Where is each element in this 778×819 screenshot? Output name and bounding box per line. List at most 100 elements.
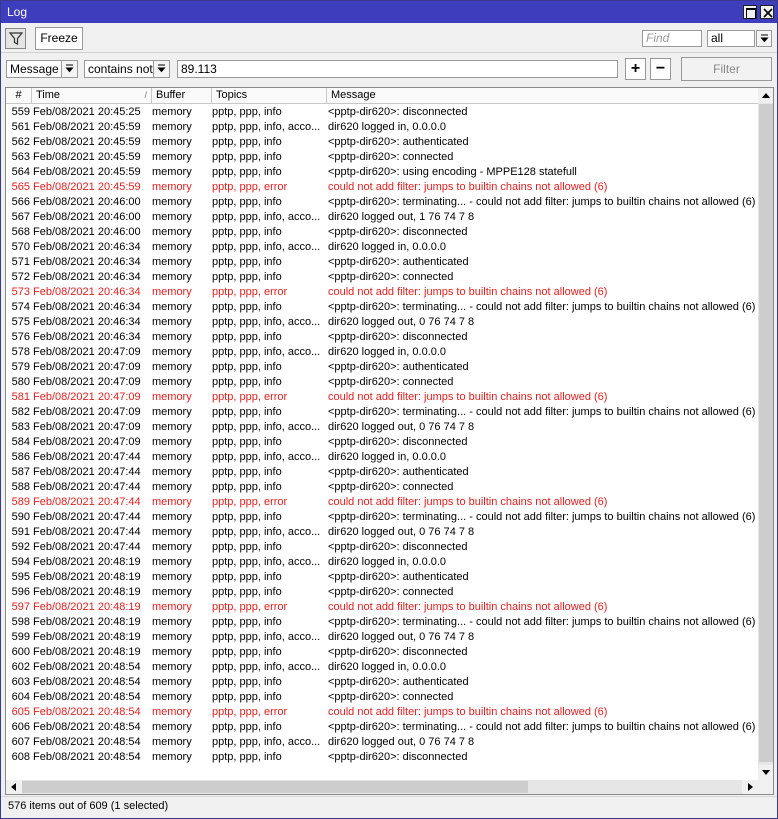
table-row[interactable]: 590 Feb/08/2021 20:47:44 memory pptp, ppp, … (6, 510, 758, 525)
horizontal-scroll-thumb[interactable] (22, 781, 528, 793)
scrollbar-corner (758, 780, 773, 794)
table-row[interactable]: 578 Feb/08/2021 20:47:09 memory pptp, ppp, … (6, 345, 758, 360)
table-row[interactable]: 607 Feb/08/2021 20:48:54 memory pptp, ppp, … (6, 735, 758, 750)
all-dropdown-arrow[interactable] (756, 30, 772, 47)
filter-field-select[interactable]: Message (6, 60, 62, 78)
row-number-cell: 580 (11, 376, 30, 388)
row-topics-cell: pptp, ppp, info, acco... (212, 631, 321, 643)
table-row[interactable]: 559 Feb/08/2021 20:45:25 memory pptp, ppp, … (6, 105, 758, 120)
table-row[interactable]: 580 Feb/08/2021 20:47:09 memory pptp, ppp, … (6, 375, 758, 390)
row-number-cell: 571 (11, 256, 30, 268)
table-row[interactable]: 572 Feb/08/2021 20:46:34 memory pptp, ppp, … (6, 270, 758, 285)
vertical-scrollbar[interactable] (758, 88, 773, 780)
apply-filter-button[interactable]: Filter (681, 57, 772, 81)
table-row[interactable]: 563 Feb/08/2021 20:45:59 memory pptp, ppp, … (6, 150, 758, 165)
row-message-cell: dir620 logged in, 0.0.0.0 (328, 451, 447, 463)
row-buffer-cell: memory (152, 676, 192, 688)
table-row[interactable]: 589 Feb/08/2021 20:47:44 memory pptp, ppp, … (6, 495, 758, 510)
filter-value-input[interactable]: 89.113 (177, 60, 618, 78)
row-buffer-cell: memory (152, 646, 192, 658)
table-row[interactable]: 602 Feb/08/2021 20:48:54 memory pptp, ppp, … (6, 660, 758, 675)
row-topics-cell: pptp, ppp, info, acco... (212, 421, 321, 433)
row-number-cell: 567 (11, 211, 30, 223)
filter-toggle-button[interactable] (5, 28, 26, 49)
table-row[interactable]: 571 Feb/08/2021 20:46:34 memory pptp, ppp, … (6, 255, 758, 270)
scroll-right-button[interactable] (742, 780, 758, 794)
freeze-button[interactable]: Freeze (35, 27, 83, 50)
table-row[interactable]: 573 Feb/08/2021 20:46:34 memory pptp, ppp, … (6, 285, 758, 300)
row-time-cell: Feb/08/2021 20:45:25 (33, 106, 141, 118)
table-row[interactable]: 575 Feb/08/2021 20:46:34 memory pptp, ppp, … (6, 315, 758, 330)
row-topics-cell: pptp, ppp, info (212, 646, 282, 658)
column-header-number[interactable]: # (6, 88, 32, 104)
row-time-cell: Feb/08/2021 20:48:19 (33, 616, 141, 628)
row-number-cell: 591 (11, 526, 30, 538)
maximize-button[interactable] (743, 5, 757, 19)
row-topics-cell: pptp, ppp, info (212, 301, 282, 313)
table-row[interactable]: 594 Feb/08/2021 20:48:19 memory pptp, ppp, … (6, 555, 758, 570)
table-row[interactable]: 600 Feb/08/2021 20:48:19 memory pptp, ppp, … (6, 645, 758, 660)
dropdown-arrow-icon (760, 34, 769, 43)
table-row[interactable]: 564 Feb/08/2021 20:45:59 memory pptp, ppp, … (6, 165, 758, 180)
remove-filter-button[interactable]: − (650, 58, 671, 80)
table-row[interactable]: 562 Feb/08/2021 20:45:59 memory pptp, ppp, … (6, 135, 758, 150)
table-row[interactable]: 566 Feb/08/2021 20:46:00 memory pptp, ppp, … (6, 195, 758, 210)
column-header-time[interactable]: Time / (32, 88, 152, 104)
filter-operator-dropdown-arrow[interactable] (153, 60, 170, 78)
horizontal-scrollbar[interactable] (6, 780, 758, 794)
all-select[interactable]: all (707, 30, 755, 47)
table-row[interactable]: 591 Feb/08/2021 20:47:44 memory pptp, ppp, … (6, 525, 758, 540)
column-header-message[interactable]: Message (327, 88, 758, 104)
table-row[interactable]: 604 Feb/08/2021 20:48:54 memory pptp, ppp, … (6, 690, 758, 705)
table-row[interactable]: 595 Feb/08/2021 20:48:19 memory pptp, ppp, … (6, 570, 758, 585)
table-row[interactable]: 598 Feb/08/2021 20:48:19 memory pptp, ppp, … (6, 615, 758, 630)
scroll-left-button[interactable] (6, 780, 22, 794)
filter-operator-select[interactable]: contains not (84, 60, 154, 78)
table-row[interactable]: 565 Feb/08/2021 20:45:59 memory pptp, ppp, … (6, 180, 758, 195)
table-row[interactable]: 582 Feb/08/2021 20:47:09 memory pptp, ppp, … (6, 405, 758, 420)
table-body: 559 Feb/08/2021 20:45:25 memory pptp, ppp, … (6, 105, 758, 765)
table-row[interactable]: 561 Feb/08/2021 20:45:59 memory pptp, ppp, … (6, 120, 758, 135)
table-row[interactable]: 592 Feb/08/2021 20:47:44 memory pptp, ppp, … (6, 540, 758, 555)
column-header-topics[interactable]: Topics (212, 88, 327, 104)
table-row[interactable]: 599 Feb/08/2021 20:48:19 memory pptp, ppp, … (6, 630, 758, 645)
table-row[interactable]: 583 Feb/08/2021 20:47:09 memory pptp, ppp, … (6, 420, 758, 435)
filter-field-dropdown-arrow[interactable] (61, 60, 78, 78)
table-row[interactable]: 567 Feb/08/2021 20:46:00 memory pptp, ppp, … (6, 210, 758, 225)
add-filter-button[interactable]: + (625, 58, 646, 80)
table-row[interactable]: 603 Feb/08/2021 20:48:54 memory pptp, ppp, … (6, 675, 758, 690)
table-row[interactable]: 570 Feb/08/2021 20:46:34 memory pptp, ppp, … (6, 240, 758, 255)
table-row[interactable]: 597 Feb/08/2021 20:48:19 memory pptp, ppp, … (6, 600, 758, 615)
close-button[interactable] (760, 5, 774, 19)
table-row[interactable]: 605 Feb/08/2021 20:48:54 memory pptp, ppp, … (6, 705, 758, 720)
table-row[interactable]: 596 Feb/08/2021 20:48:19 memory pptp, ppp, … (6, 585, 758, 600)
title-bar[interactable]: Log (1, 1, 777, 23)
table-row[interactable]: 574 Feb/08/2021 20:46:34 memory pptp, ppp, … (6, 300, 758, 315)
table-row[interactable]: 581 Feb/08/2021 20:47:09 memory pptp, ppp, … (6, 390, 758, 405)
row-time-cell: Feb/08/2021 20:47:44 (33, 511, 141, 523)
scroll-up-button[interactable] (758, 88, 773, 103)
table-row[interactable]: 588 Feb/08/2021 20:47:44 memory pptp, ppp, … (6, 480, 758, 495)
table-row[interactable]: 608 Feb/08/2021 20:48:54 memory pptp, ppp, … (6, 750, 758, 765)
row-buffer-cell: memory (152, 136, 192, 148)
row-topics-cell: pptp, ppp, error (212, 391, 288, 403)
vertical-scroll-thumb[interactable] (759, 104, 773, 762)
row-buffer-cell: memory (152, 391, 192, 403)
row-message-cell: dir620 logged in, 0.0.0.0 (328, 241, 447, 253)
log-table[interactable]: # Time / Buffer Topics Message 559 Feb/08… (5, 87, 774, 795)
table-row[interactable]: 568 Feb/08/2021 20:46:00 memory pptp, ppp, … (6, 225, 758, 240)
find-input[interactable]: Find (642, 30, 702, 47)
row-time-cell: Feb/08/2021 20:45:59 (33, 151, 141, 163)
table-row[interactable]: 576 Feb/08/2021 20:46:34 memory pptp, ppp, … (6, 330, 758, 345)
table-row[interactable]: 579 Feb/08/2021 20:47:09 memory pptp, ppp, … (6, 360, 758, 375)
table-row[interactable]: 587 Feb/08/2021 20:47:44 memory pptp, ppp, … (6, 465, 758, 480)
row-buffer-cell: memory (152, 541, 192, 553)
row-message-cell: dir620 logged in, 0.0.0.0 (328, 556, 447, 568)
row-time-cell: Feb/08/2021 20:46:00 (33, 211, 141, 223)
row-buffer-cell: memory (152, 376, 192, 388)
column-header-buffer[interactable]: Buffer (152, 88, 212, 104)
table-row[interactable]: 584 Feb/08/2021 20:47:09 memory pptp, ppp, … (6, 435, 758, 450)
table-row[interactable]: 606 Feb/08/2021 20:48:54 memory pptp, ppp, … (6, 720, 758, 735)
scroll-down-button[interactable] (758, 765, 773, 780)
table-row[interactable]: 586 Feb/08/2021 20:47:44 memory pptp, ppp, … (6, 450, 758, 465)
